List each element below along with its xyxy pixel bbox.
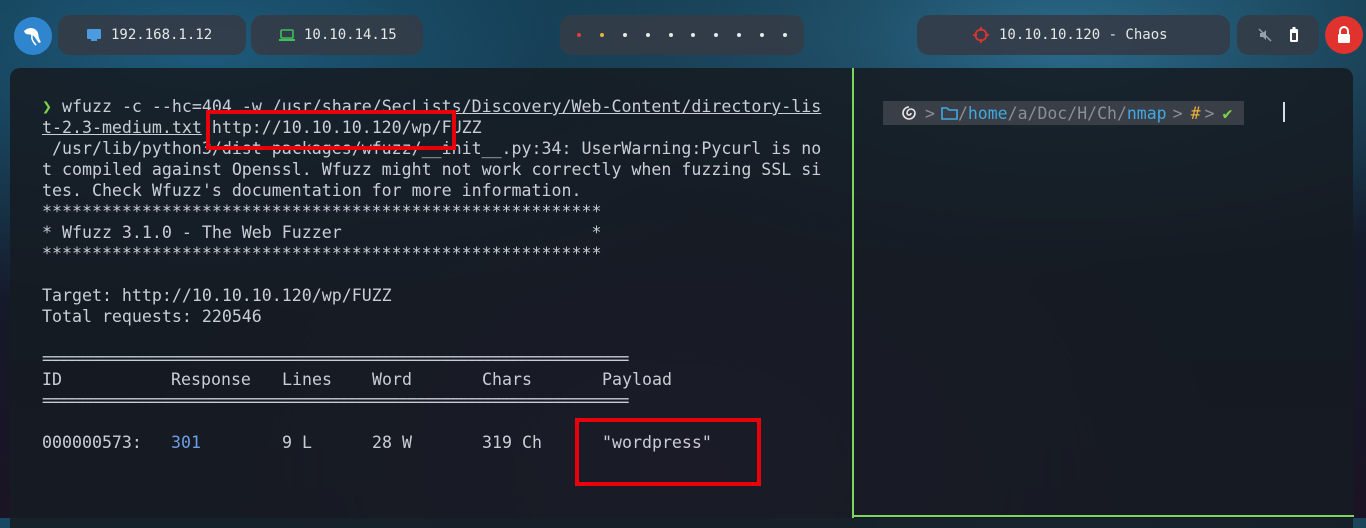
- path-segment: > / home / a / Doc / H / Ch / nmap >: [921, 101, 1187, 125]
- target-text: 10.10.10.120 - Chaos: [999, 27, 1168, 43]
- host-ip-text: 192.168.1.12: [111, 27, 213, 43]
- path-sep-2: /: [1007, 103, 1018, 123]
- root-hash-segment: # >: [1186, 101, 1219, 125]
- path-sep-6: /: [1116, 103, 1127, 123]
- workspace-indicator[interactable]: [560, 15, 804, 55]
- debian-segment: [883, 101, 921, 125]
- header-lines: Lines: [282, 370, 332, 389]
- header-word: Word: [372, 370, 412, 389]
- warning-line-3: tes. Check Wfuzz's documentation for mor…: [42, 181, 582, 200]
- workspace-dot-5[interactable]: [668, 33, 673, 37]
- header-chars: Chars: [482, 370, 532, 389]
- prompt-symbol: ❯: [42, 97, 52, 116]
- debian-swirl-icon: [902, 106, 916, 120]
- status-check-icon: ✔: [1222, 103, 1233, 123]
- monitor-icon: [87, 29, 101, 41]
- payload-highlight-box: [575, 418, 761, 486]
- status-segment: ✔: [1218, 101, 1245, 125]
- result-lines: 9 L: [282, 433, 312, 452]
- path-home: home: [967, 103, 1008, 123]
- path-ch: Ch: [1097, 103, 1117, 123]
- kali-menu-button[interactable]: [14, 17, 52, 55]
- workspace-dot-2[interactable]: [600, 33, 605, 37]
- battery-icon: [1289, 27, 1298, 42]
- workspace-dot-10[interactable]: [782, 33, 787, 37]
- pane-divider[interactable]: [852, 68, 854, 518]
- path-sep-3: /: [1027, 103, 1038, 123]
- target-icon: [973, 27, 989, 43]
- table-rule-top: ========================================…: [42, 349, 629, 368]
- path-sep-5: /: [1087, 103, 1098, 123]
- banner-stars-top: ****************************************…: [42, 202, 602, 221]
- workspace-dot-3[interactable]: [622, 33, 627, 37]
- header-response: Response: [171, 370, 251, 389]
- system-tray[interactable]: [1237, 15, 1319, 55]
- text-cursor: [1283, 102, 1285, 122]
- workspace-dot-9[interactable]: [759, 33, 764, 37]
- folder-icon: [941, 107, 958, 120]
- workspace-dot-6[interactable]: [691, 33, 696, 37]
- banner-stars-bottom: ****************************************…: [42, 244, 602, 263]
- laptop-icon: [279, 28, 295, 41]
- workspace-dot-1[interactable]: [577, 33, 582, 37]
- vpn-ip-text: 10.10.14.15: [304, 27, 397, 43]
- vpn-ip-widget[interactable]: 10.10.14.15: [251, 15, 423, 55]
- result-chars: 319 Ch: [482, 433, 542, 452]
- result-id: 000000573:: [42, 433, 142, 452]
- lock-button[interactable]: [1325, 16, 1363, 54]
- path-nmap: nmap: [1126, 103, 1167, 123]
- warning-line-2: t compiled against Openssl. Wfuzz might …: [42, 160, 822, 179]
- path-sep-1: /: [957, 103, 968, 123]
- active-pane-border: [854, 515, 1354, 517]
- root-hash: #: [1190, 103, 1201, 123]
- header-id: ID: [42, 370, 62, 389]
- workspace-dot-7[interactable]: [714, 33, 719, 37]
- wordlist-path-part-2: t-2.3-medium.txt: [42, 118, 202, 137]
- path-doc: Doc: [1037, 103, 1068, 123]
- path-sep-4: /: [1067, 103, 1078, 123]
- header-payload: Payload: [602, 370, 672, 389]
- kali-dragon-icon: [24, 28, 41, 46]
- lock-icon: [1338, 26, 1350, 43]
- volume-muted-icon[interactable]: [1258, 28, 1272, 42]
- table-rule-bottom: ========================================…: [42, 391, 629, 410]
- url-highlight-box: [206, 110, 456, 150]
- path-h: H: [1077, 103, 1088, 123]
- powerline-prompt: > / home / a / Doc / H / Ch / nmap > # > ✔: [883, 101, 1245, 125]
- banner-title: * Wfuzz 3.1.0 - The Web Fuzzer *: [42, 223, 602, 242]
- total-requests-line: Total requests: 220546: [42, 307, 262, 326]
- target-line: Target: http://10.10.10.120/wp/FUZZ: [42, 286, 392, 305]
- result-response: 301: [171, 433, 201, 452]
- workspace-dot-8[interactable]: [736, 33, 741, 37]
- host-ip-widget[interactable]: 192.168.1.12: [58, 15, 246, 55]
- workspace-dot-4[interactable]: [645, 33, 650, 37]
- result-word: 28 W: [372, 433, 412, 452]
- path-a: a: [1017, 103, 1028, 123]
- target-widget[interactable]: 10.10.10.120 - Chaos: [917, 15, 1230, 55]
